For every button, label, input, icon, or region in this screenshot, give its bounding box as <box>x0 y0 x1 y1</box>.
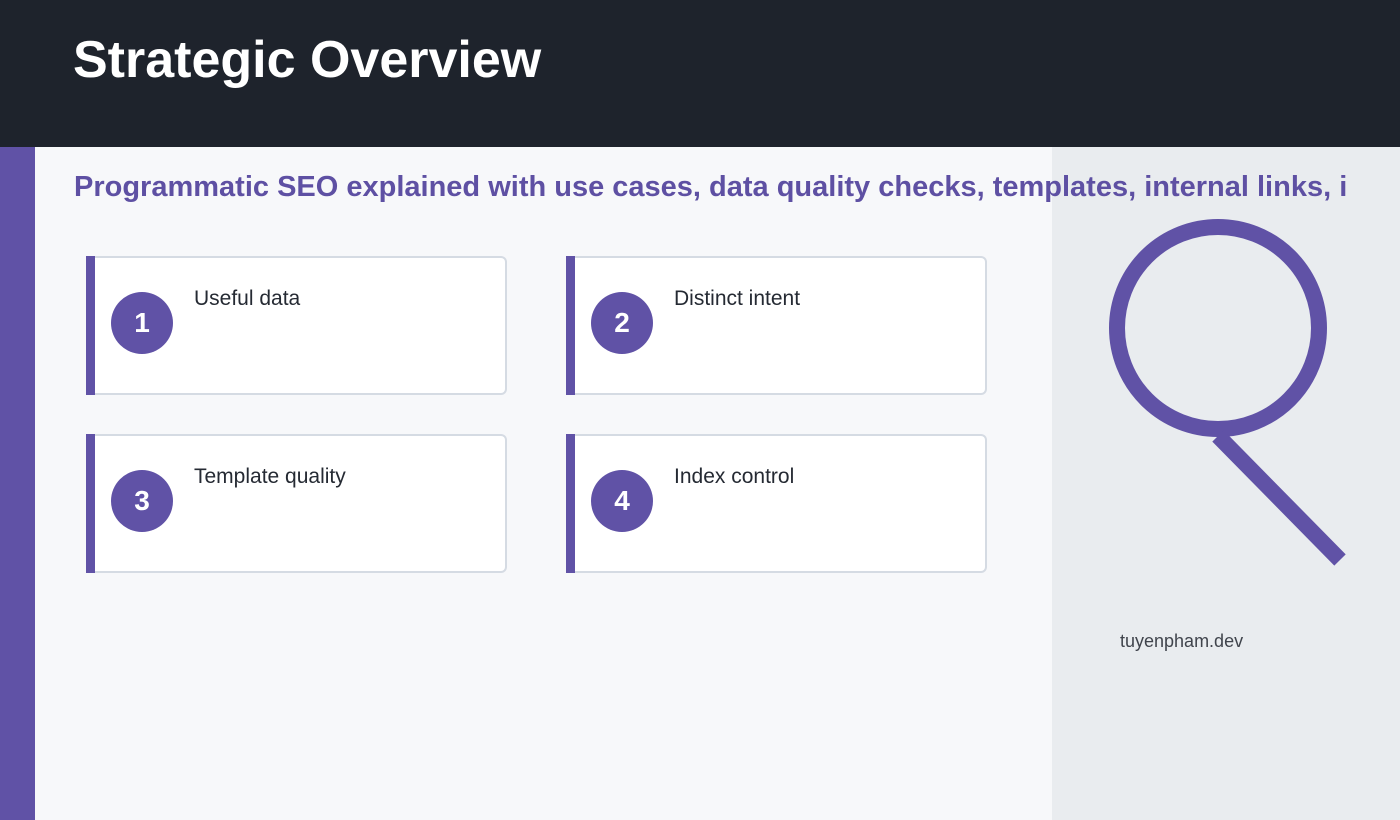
left-accent-bar <box>0 147 35 820</box>
card-accent <box>566 434 575 573</box>
header: Strategic Overview <box>0 0 1400 147</box>
card-label: Useful data <box>194 287 301 310</box>
card-4: 4 Index control <box>566 434 987 573</box>
card-3: 3 Template quality <box>86 434 507 573</box>
card-label: Template quality <box>194 465 346 488</box>
page-subtitle: Programmatic SEO explained with use case… <box>74 171 1348 203</box>
card-2: 2 Distinct intent <box>566 256 987 395</box>
card-label: Distinct intent <box>674 287 801 310</box>
card-number: 1 <box>111 292 173 354</box>
card-accent <box>86 434 95 573</box>
card-1: 1 Useful data <box>86 256 507 395</box>
site-credit: tuyenpham.dev <box>1120 631 1244 651</box>
page-title: Strategic Overview <box>73 31 542 89</box>
card-number: 4 <box>591 470 653 532</box>
card-label: Index control <box>674 465 795 488</box>
card-number: 3 <box>111 470 173 532</box>
card-accent <box>566 256 575 395</box>
card-number: 2 <box>591 292 653 354</box>
card-accent <box>86 256 95 395</box>
magnifier-icon <box>1109 219 1346 566</box>
